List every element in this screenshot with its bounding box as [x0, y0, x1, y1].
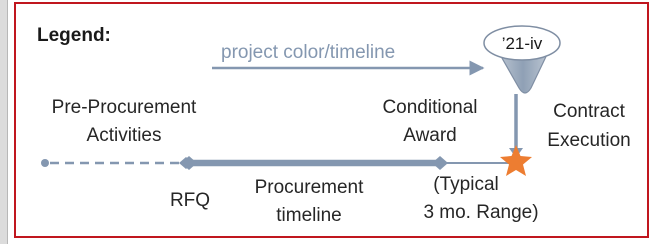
typical-range-label-line2: 3 mo. Range) [423, 202, 538, 223]
procurement-timeline-label-line2: timeline [276, 205, 341, 226]
legend-title: Legend: [37, 25, 111, 46]
start-dot [41, 159, 49, 167]
contract-execution-label-line1: Contract [553, 101, 626, 122]
conditional-award-label-line1: Conditional [382, 97, 477, 118]
conditional-award-label-line2: Award [403, 125, 457, 146]
conditional-award-diamond [432, 156, 448, 170]
typical-range-label-line1: (Typical [433, 174, 498, 195]
legend-arrow-label: project color/timeline [221, 42, 395, 63]
rfq-label: RFQ [170, 190, 210, 211]
pre-procurement-label-line1: Pre-Procurement [52, 97, 197, 118]
quarter-marker-label: ’21-iv [502, 34, 543, 53]
pre-procurement-label-line2: Activities [87, 125, 162, 146]
timeline-diagram: Legend: project color/timeline ’21-iv Pr… [37, 25, 631, 226]
contract-execution-label-line2: Execution [547, 130, 630, 151]
rfq-diamond [181, 156, 197, 170]
procurement-timeline-label-line1: Procurement [255, 177, 364, 198]
quarter-marker: ’21-iv [483, 25, 561, 94]
contract-execution-star-icon [500, 145, 532, 176]
